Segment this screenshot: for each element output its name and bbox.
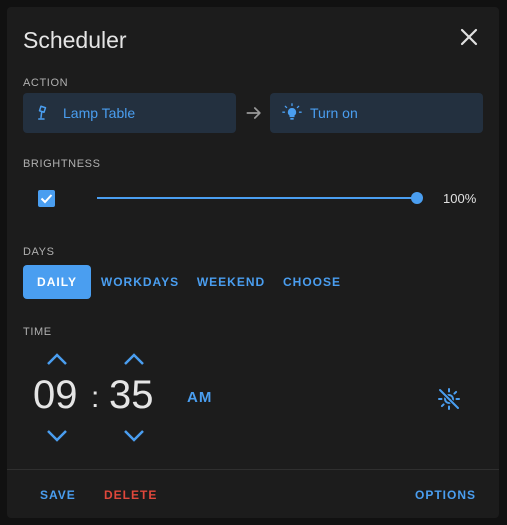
close-icon[interactable] bbox=[457, 25, 481, 49]
footer-divider bbox=[7, 469, 499, 470]
entity-name: Lamp Table bbox=[63, 105, 136, 121]
slider-fill bbox=[97, 197, 417, 199]
check-icon bbox=[40, 194, 53, 204]
dialog-title: Scheduler bbox=[23, 27, 127, 53]
delete-button[interactable]: DELETE bbox=[104, 488, 157, 502]
service-selector[interactable]: Turn on bbox=[270, 93, 483, 133]
minutes-decrement-icon[interactable] bbox=[122, 428, 146, 444]
day-option-daily[interactable]: DAILY bbox=[23, 265, 91, 299]
brightness-slider[interactable] bbox=[97, 192, 423, 204]
brightness-label: BRIGHTNESS bbox=[23, 158, 101, 170]
brightness-value: 100% bbox=[443, 191, 477, 206]
minutes-display[interactable]: 35 bbox=[109, 373, 154, 418]
sun-off-icon[interactable] bbox=[437, 387, 461, 411]
hours-increment-icon[interactable] bbox=[45, 351, 69, 367]
day-option-weekend[interactable]: WEEKEND bbox=[195, 265, 267, 299]
ampm-toggle[interactable]: AM bbox=[187, 389, 212, 406]
brightness-checkbox[interactable] bbox=[38, 190, 55, 207]
minutes-increment-icon[interactable] bbox=[122, 351, 146, 367]
options-button[interactable]: OPTIONS bbox=[415, 488, 476, 502]
action-label: ACTION bbox=[23, 77, 69, 89]
day-option-choose[interactable]: CHOOSE bbox=[280, 265, 344, 299]
scheduler-dialog: Scheduler ACTION Lamp Table Turn on BRIG… bbox=[7, 7, 499, 518]
service-name: Turn on bbox=[310, 105, 358, 121]
hours-display[interactable]: 09 bbox=[33, 373, 78, 418]
lamp-icon bbox=[35, 103, 55, 123]
save-button[interactable]: SAVE bbox=[40, 488, 76, 502]
lightbulb-icon bbox=[282, 103, 302, 123]
slider-thumb[interactable] bbox=[411, 192, 423, 204]
time-separator: : bbox=[91, 381, 100, 414]
day-option-workdays[interactable]: WORKDAYS bbox=[100, 265, 180, 299]
arrow-right-icon bbox=[246, 107, 261, 119]
time-label: TIME bbox=[23, 326, 52, 338]
days-label: DAYS bbox=[23, 246, 55, 258]
hours-decrement-icon[interactable] bbox=[45, 428, 69, 444]
entity-selector[interactable]: Lamp Table bbox=[23, 93, 236, 133]
